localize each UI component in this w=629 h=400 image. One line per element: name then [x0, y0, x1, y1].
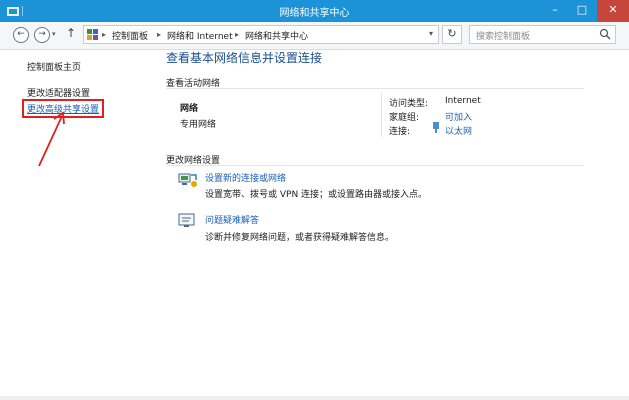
section-divider: [166, 165, 584, 166]
refresh-button[interactable]: ↻: [442, 25, 462, 44]
homegroup-label: 家庭组:: [389, 113, 420, 123]
navigation-bar: ← → ▾ ↑ ▸ 控制面板 ▸ 网络和 Internet ▸ 网络和共享中心 …: [0, 22, 629, 50]
sidebar-link-control-panel-home[interactable]: 控制面板主页: [27, 60, 81, 73]
new-connection-icon: [178, 173, 197, 187]
search-placeholder: 搜索控制面板: [476, 32, 531, 42]
sidebar-link-change-adapter-settings[interactable]: 更改适配器设置: [27, 86, 90, 99]
title-bar: 网络和共享中心 – □ ✕: [0, 0, 629, 22]
minimize-button[interactable]: –: [543, 0, 567, 22]
homegroup-link[interactable]: 可加入: [445, 110, 472, 123]
ethernet-icon: [433, 122, 439, 133]
close-button[interactable]: ✕: [597, 0, 629, 22]
troubleshoot-problems-link[interactable]: 问题疑难解答: [205, 213, 259, 226]
setup-new-connection-description: 设置宽带、拨号或 VPN 连接；或设置路由器或接入点。: [205, 190, 428, 200]
annotation-arrow: [38, 111, 65, 167]
breadcrumb-separator: ▸: [157, 30, 162, 39]
access-type-value: Internet: [445, 96, 481, 106]
page-title: 查看基本网络信息并设置连接: [166, 51, 323, 65]
network-category: 专用网络: [180, 120, 217, 130]
troubleshoot-problems-description: 诊断并修复网络问题，或者获得疑难解答信息。: [205, 233, 395, 243]
window-title: 网络和共享中心: [279, 8, 350, 19]
breadcrumb-network-internet[interactable]: 网络和 Internet: [167, 29, 233, 42]
vertical-divider: [381, 93, 382, 137]
search-input[interactable]: 搜索控制面板: [469, 25, 616, 44]
breadcrumb-control-panel[interactable]: 控制面板: [112, 29, 148, 42]
connections-label: 连接:: [389, 127, 411, 137]
maximize-button[interactable]: □: [570, 0, 594, 22]
address-history-dropdown[interactable]: ▾: [429, 29, 433, 38]
troubleshoot-icon: [178, 213, 195, 227]
back-button[interactable]: ←: [13, 27, 29, 43]
breadcrumb-separator: ▸: [235, 30, 240, 39]
forward-button[interactable]: →: [34, 27, 50, 43]
ethernet-connection-link[interactable]: 以太网: [445, 124, 472, 137]
network-name: 网络: [180, 104, 199, 114]
up-button[interactable]: ↑: [66, 26, 76, 40]
access-type-label: 访问类型:: [389, 99, 429, 109]
setup-new-connection-link[interactable]: 设置新的连接或网络: [205, 171, 286, 184]
breadcrumb-network-center[interactable]: 网络和共享中心: [245, 29, 308, 42]
recent-locations-dropdown[interactable]: ▾: [52, 30, 56, 38]
search-icon[interactable]: [599, 28, 611, 40]
address-bar[interactable]: ▸ 控制面板 ▸ 网络和 Internet ▸ 网络和共享中心 ▾: [83, 25, 439, 44]
bottom-edge: [0, 396, 629, 400]
section-divider: [166, 88, 584, 89]
control-panel-icon: [87, 29, 98, 40]
breadcrumb-separator: ▸: [102, 30, 107, 39]
